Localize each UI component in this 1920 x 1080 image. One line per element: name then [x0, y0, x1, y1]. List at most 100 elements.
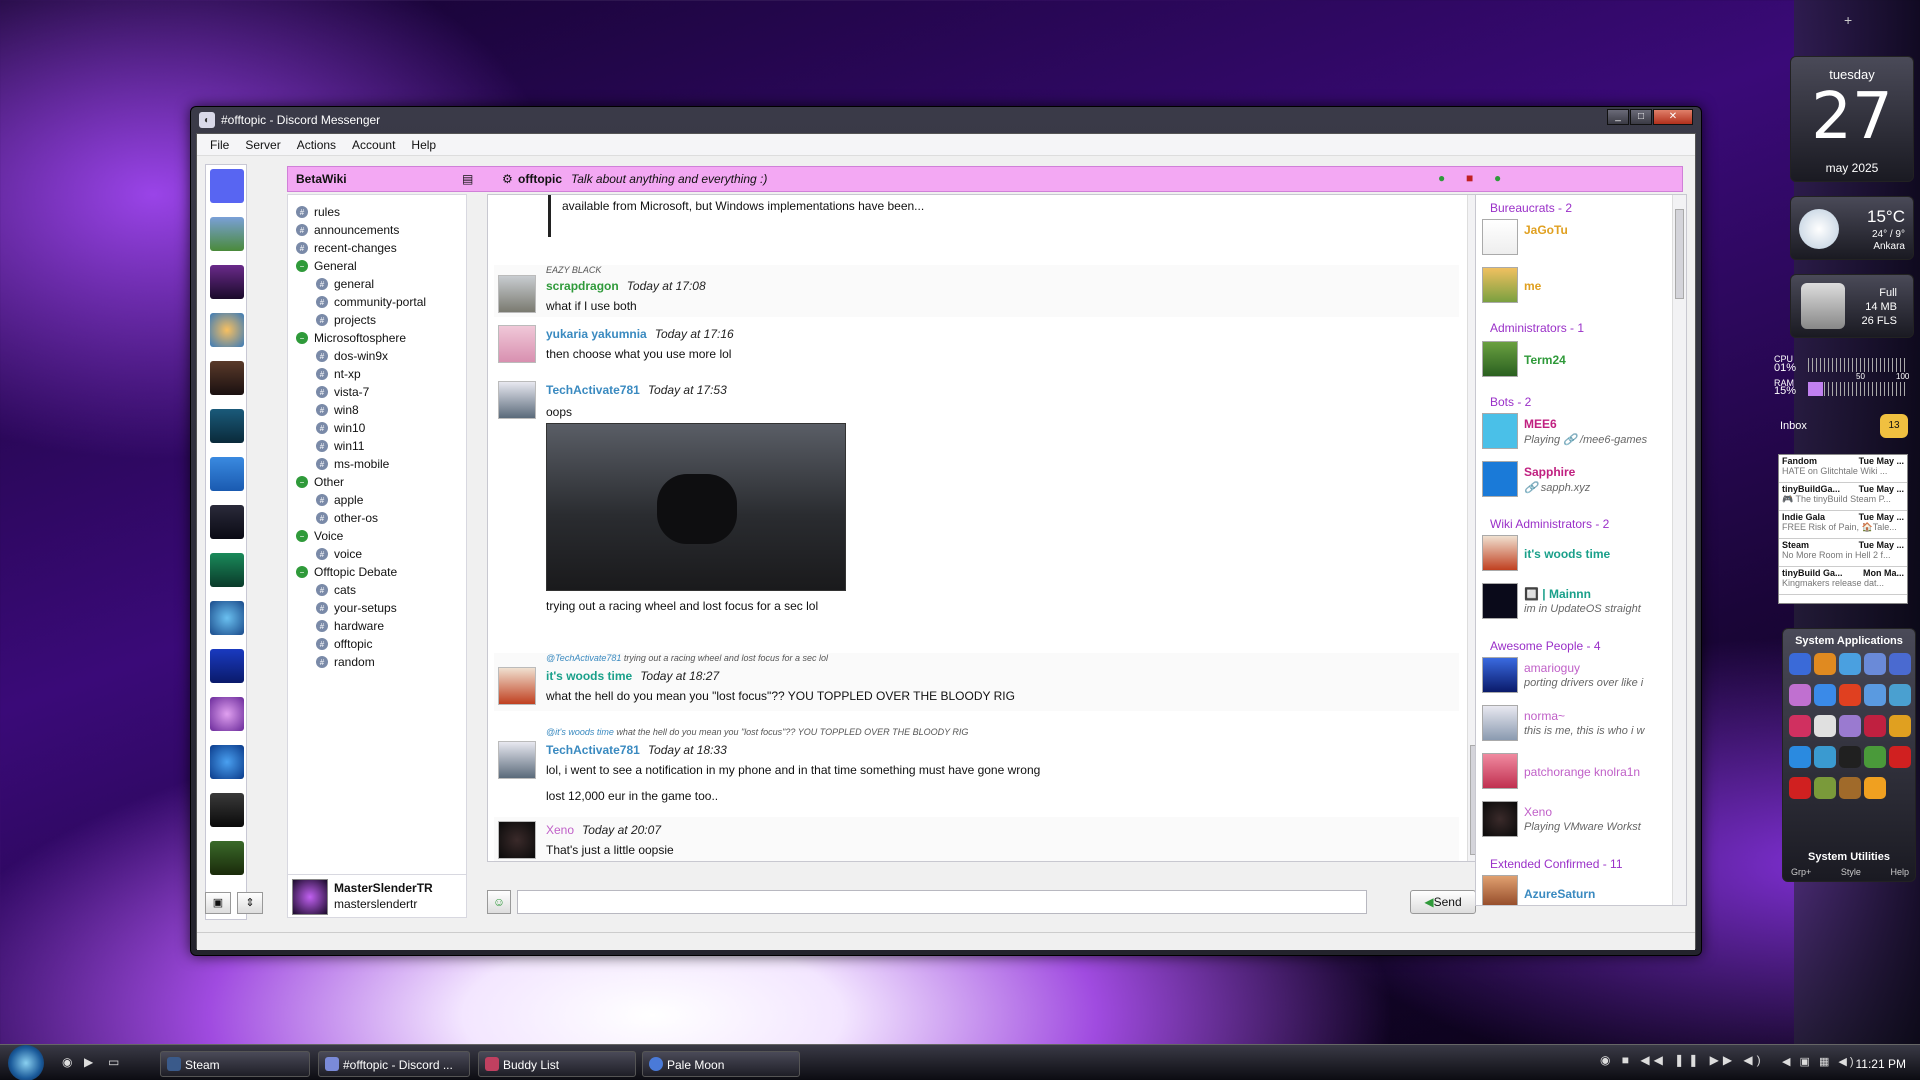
- app-icon[interactable]: [1889, 746, 1911, 768]
- reply-preview[interactable]: @TechActivate781 trying out a racing whe…: [546, 653, 828, 663]
- mail-item[interactable]: tinyBuild Ga... Mon Ma... Kingmakers relea…: [1779, 567, 1907, 595]
- author-name[interactable]: TechActivate781: [546, 743, 640, 757]
- server-menu-icon[interactable]: ▤: [462, 172, 473, 186]
- tray-icons[interactable]: ◀ ▣ ▦ ◀): [1782, 1055, 1857, 1068]
- server-icon[interactable]: [210, 457, 244, 491]
- app-icon[interactable]: [1814, 684, 1836, 706]
- mail-item[interactable]: Steam Tue May ... No More Room in Hell 2 f…: [1779, 539, 1907, 567]
- reply-preview[interactable]: @it's woods time what the hell do you me…: [546, 727, 968, 737]
- tab-style[interactable]: Style: [1841, 867, 1861, 877]
- tab-grp[interactable]: Grp+: [1791, 867, 1811, 877]
- avatar[interactable]: [498, 667, 536, 705]
- channel-item[interactable]: # community-portal: [288, 293, 466, 311]
- app-icon[interactable]: [1789, 684, 1811, 706]
- start-button[interactable]: [8, 1045, 44, 1080]
- server-icon[interactable]: [210, 793, 244, 827]
- server-icon[interactable]: [210, 553, 244, 587]
- channel-item[interactable]: # general: [288, 275, 466, 293]
- member-item[interactable]: 🔲 | Mainnn im in UpdateOS straight: [1482, 583, 1672, 623]
- app-icon[interactable]: [1839, 684, 1861, 706]
- server-icon[interactable]: [210, 313, 244, 347]
- avatar[interactable]: [498, 325, 536, 363]
- mail-item[interactable]: Fandom Tue May ... HATE on Glitchtale Wiki…: [1779, 455, 1907, 483]
- channel-item[interactable]: # other-os: [288, 509, 466, 527]
- member-item[interactable]: Term24: [1482, 341, 1672, 381]
- channel-item[interactable]: # win11: [288, 437, 466, 455]
- app-icon[interactable]: [1864, 715, 1886, 737]
- app-icon[interactable]: [1789, 777, 1811, 799]
- taskbar-discord[interactable]: #offtopic - Discord ...: [318, 1051, 470, 1077]
- channel-item[interactable]: # hardware: [288, 617, 466, 635]
- member-item[interactable]: Xeno Playing VMware Workst: [1482, 801, 1672, 841]
- minimize-button[interactable]: _: [1607, 109, 1629, 125]
- member-item[interactable]: MEE6 Playing 🔗 /mee6-games: [1482, 413, 1672, 453]
- channel-item[interactable]: # ms-mobile: [288, 455, 466, 473]
- app-icon[interactable]: [1789, 746, 1811, 768]
- channel-item[interactable]: # voice: [288, 545, 466, 563]
- channel-item[interactable]: # win10: [288, 419, 466, 437]
- avatar[interactable]: [498, 821, 536, 859]
- channel-item[interactable]: # offtopic: [288, 635, 466, 653]
- add-gadget-icon[interactable]: +: [1844, 12, 1852, 28]
- app-icon[interactable]: [1889, 715, 1911, 737]
- app-icon[interactable]: [1864, 684, 1886, 706]
- app-icon[interactable]: [1864, 746, 1886, 768]
- channel-item[interactable]: # vista-7: [288, 383, 466, 401]
- server-icon[interactable]: [210, 265, 244, 299]
- channel-category[interactable]: − General: [288, 257, 466, 275]
- channel-item[interactable]: # rules: [288, 203, 466, 221]
- show-desktop-icon[interactable]: ▭: [108, 1055, 119, 1069]
- member-item[interactable]: Sapphire 🔗 sapph.xyz: [1482, 461, 1672, 501]
- emoji-button[interactable]: ☺: [487, 890, 511, 914]
- menu-account[interactable]: Account: [345, 137, 402, 152]
- app-icon[interactable]: [1814, 746, 1836, 768]
- close-button[interactable]: ✕: [1653, 109, 1693, 125]
- app-icon[interactable]: [1889, 653, 1911, 675]
- app-icon[interactable]: [1839, 746, 1861, 768]
- server-icon[interactable]: [210, 409, 244, 443]
- avatar[interactable]: [292, 879, 328, 915]
- avatar[interactable]: [498, 381, 536, 419]
- maximize-button[interactable]: □: [1630, 109, 1652, 125]
- channel-item[interactable]: # dos-win9x: [288, 347, 466, 365]
- member-scrollbar[interactable]: [1672, 195, 1686, 905]
- app-icon[interactable]: [1839, 653, 1861, 675]
- settings-icon[interactable]: ▣: [205, 892, 231, 914]
- author-name[interactable]: TechActivate781: [546, 383, 640, 397]
- author-name[interactable]: it's woods time: [546, 669, 632, 683]
- channel-item[interactable]: # win8: [288, 401, 466, 419]
- tab-help[interactable]: Help: [1890, 867, 1909, 877]
- author-name[interactable]: scrapdragon: [546, 279, 619, 293]
- mail-item[interactable]: Indie Gala Tue May ... FREE Risk of Pain, …: [1779, 511, 1907, 539]
- menu-server[interactable]: Server: [238, 137, 287, 152]
- send-button[interactable]: ◀Send: [1410, 890, 1476, 914]
- member-item[interactable]: me: [1482, 267, 1672, 307]
- calendar-gadget[interactable]: tuesday 27 may 2025: [1790, 56, 1914, 182]
- server-icon[interactable]: [210, 841, 244, 875]
- channel-category[interactable]: − Other: [288, 473, 466, 491]
- recycle-bin-gadget[interactable]: Full 14 MB 26 FLS: [1790, 274, 1914, 338]
- taskbar-steam[interactable]: Steam: [160, 1051, 310, 1077]
- server-icon[interactable]: [210, 697, 244, 731]
- sort-icon[interactable]: ⇕: [237, 892, 263, 914]
- media-controls[interactable]: ◉ ■ ◀◀ ❚❚ ▶▶ ◀): [1600, 1053, 1780, 1073]
- avatar[interactable]: [498, 741, 536, 779]
- inbox-gadget[interactable]: Inbox 13 Fandom Tue May ... HATE on Glitch…: [1776, 414, 1910, 616]
- avatar[interactable]: [498, 275, 536, 313]
- channel-item[interactable]: # nt-xp: [288, 365, 466, 383]
- member-item[interactable]: amarioguy porting drivers over like i: [1482, 657, 1672, 697]
- server-icon[interactable]: [210, 217, 244, 251]
- mail-item[interactable]: tinyBuildGa... Tue May ... 🎮 The tinyBuild…: [1779, 483, 1907, 511]
- member-item[interactable]: it's woods time: [1482, 535, 1672, 575]
- channel-item[interactable]: # random: [288, 653, 466, 671]
- app-icon[interactable]: [1889, 684, 1911, 706]
- channel-category[interactable]: − Voice: [288, 527, 466, 545]
- channel-item[interactable]: # recent-changes: [288, 239, 466, 257]
- app-icon[interactable]: [1789, 715, 1811, 737]
- author-name[interactable]: yukaria yakumnia: [546, 327, 647, 341]
- weather-gadget[interactable]: 15°C 24° / 9° Ankara: [1790, 196, 1914, 260]
- app-icon[interactable]: [1839, 777, 1861, 799]
- taskbar-buddy-list[interactable]: Buddy List: [478, 1051, 636, 1077]
- author-name[interactable]: Xeno: [546, 823, 574, 837]
- title-bar[interactable]: ◐ #offtopic - Discord Messenger _ □ ✕: [191, 107, 1701, 133]
